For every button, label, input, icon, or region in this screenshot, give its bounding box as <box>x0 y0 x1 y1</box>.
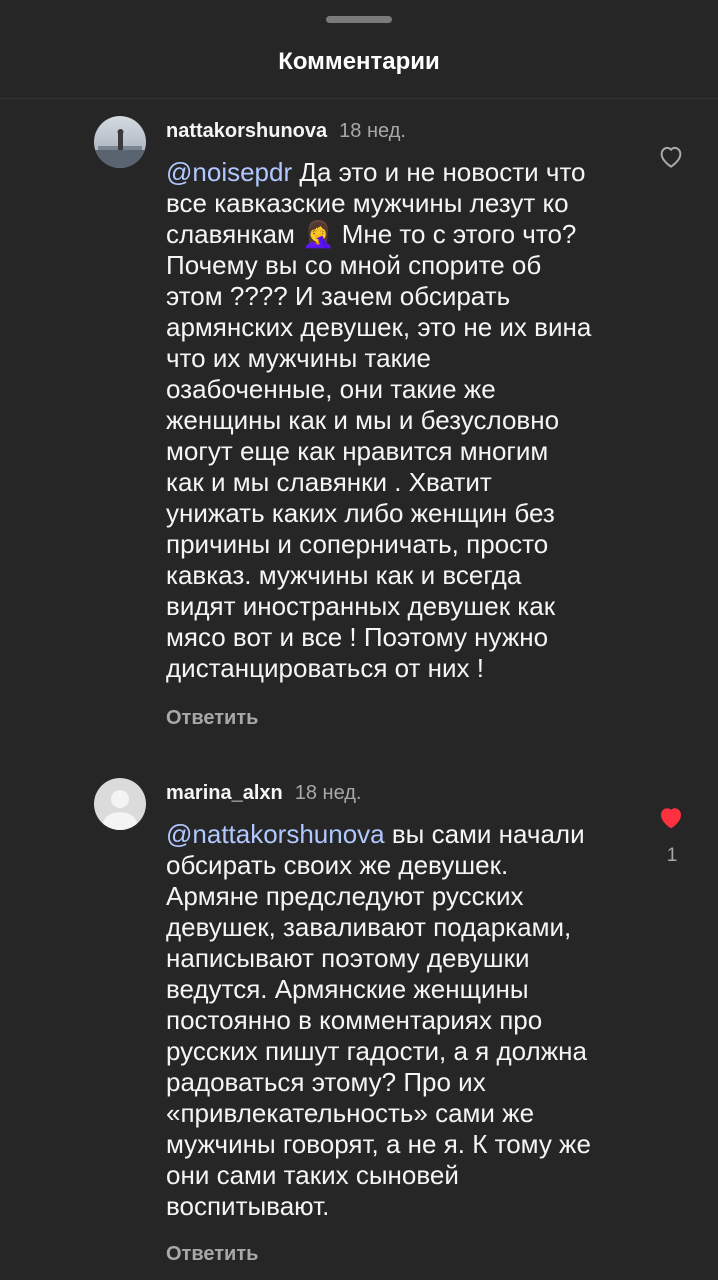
comment-time: 18 нед. <box>294 782 362 804</box>
comment-body: вы сами начали обсирать своих же девушек… <box>166 819 591 1221</box>
heart-outline-icon[interactable] <box>656 141 686 171</box>
username[interactable]: nattakorshunova <box>166 120 327 142</box>
reply-button[interactable]: Ответить <box>166 1243 258 1266</box>
like-count: 1 <box>666 845 678 866</box>
avatar[interactable] <box>94 778 146 830</box>
comment-meta: marina_alxn 18 нед. <box>166 782 362 805</box>
mention-link[interactable]: @noisepdr <box>166 157 292 187</box>
username[interactable]: marina_alxn <box>166 782 283 804</box>
comment-text: @nattakorshunova вы сами начали обсирать… <box>166 819 626 1222</box>
heart-filled-icon[interactable] <box>656 802 686 832</box>
header-divider <box>0 98 718 99</box>
comment-time: 18 нед. <box>339 120 406 142</box>
page-title: Комментарии <box>278 48 440 75</box>
mention-link[interactable]: @nattakorshunova <box>166 819 385 849</box>
comment-body: Да это и не новости что все кавказские м… <box>166 157 592 683</box>
sheet-grabber[interactable] <box>326 16 392 23</box>
comment-meta: nattakorshunova 18 нед. <box>166 120 406 143</box>
reply-button[interactable]: Ответить <box>166 707 258 730</box>
avatar[interactable] <box>94 116 146 168</box>
comment-text: @noisepdr Да это и не новости что все ка… <box>166 157 626 684</box>
